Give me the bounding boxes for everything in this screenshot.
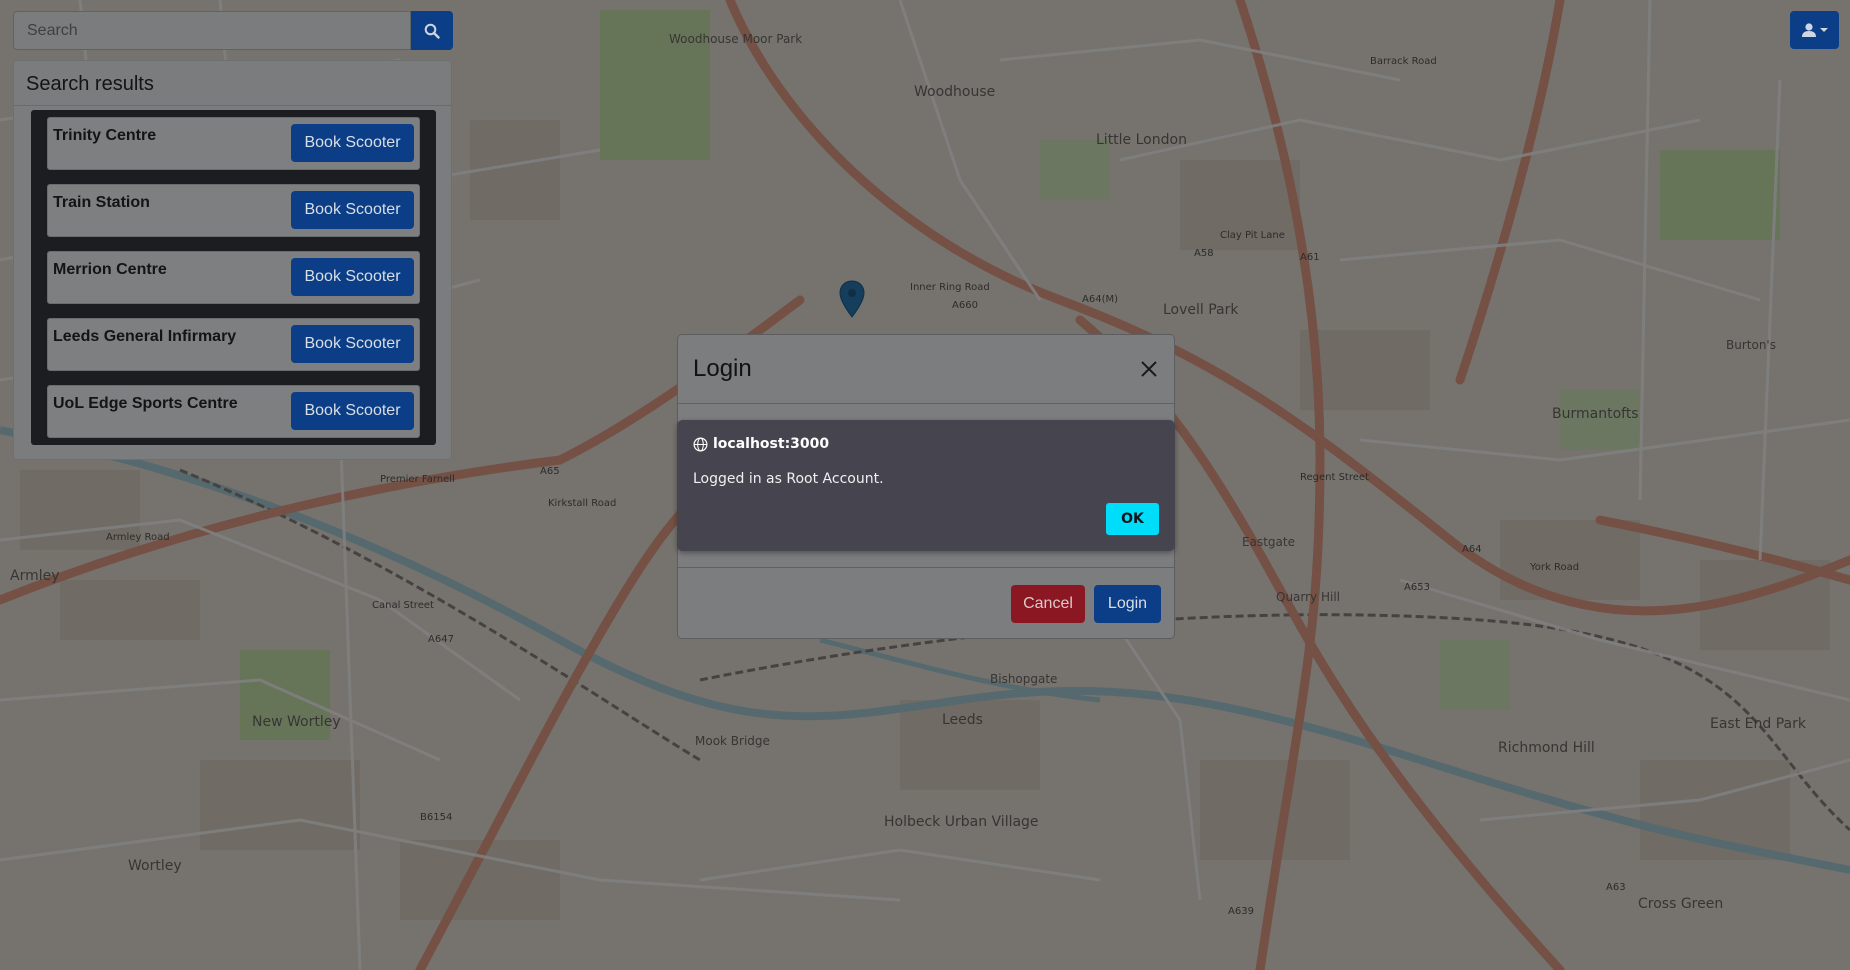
book-scooter-button[interactable]: Book Scooter — [291, 124, 414, 162]
search-icon — [424, 23, 440, 39]
location-name: Trinity Centre — [53, 127, 157, 144]
list-item: Leeds General Infirmary Book Scooter — [47, 318, 420, 371]
search-results-list: Trinity Centre Book Scooter Train Statio… — [31, 110, 436, 445]
book-scooter-button[interactable]: Book Scooter — [291, 325, 414, 363]
list-item: Train Station Book Scooter — [47, 184, 420, 237]
modal-title: Login — [693, 355, 752, 382]
login-button[interactable]: Login — [1094, 585, 1161, 623]
divider — [14, 105, 451, 106]
ok-button[interactable]: OK — [1106, 503, 1159, 535]
divider — [678, 567, 1174, 568]
alert-origin: localhost:3000 — [693, 436, 829, 452]
search-bar — [13, 11, 453, 50]
list-item: Merrion Centre Book Scooter — [47, 251, 420, 304]
location-name: UoL Edge Sports Centre — [53, 395, 238, 412]
close-button[interactable] — [1138, 358, 1160, 380]
book-scooter-button[interactable]: Book Scooter — [291, 191, 414, 229]
divider — [678, 403, 1174, 404]
location-name: Merrion Centre — [53, 261, 167, 278]
book-scooter-button[interactable]: Book Scooter — [291, 392, 414, 430]
alert-message: Logged in as Root Account. — [693, 471, 884, 487]
alert-origin-text: localhost:3000 — [713, 436, 830, 452]
location-name: Leeds General Infirmary — [53, 328, 237, 345]
user-icon — [1802, 23, 1816, 37]
search-button[interactable] — [411, 11, 453, 50]
browser-alert-dialog: localhost:3000 Logged in as Root Account… — [677, 420, 1175, 551]
list-item: UoL Edge Sports Centre Book Scooter — [47, 385, 420, 438]
cancel-button[interactable]: Cancel — [1011, 585, 1085, 623]
user-menu-button[interactable] — [1790, 11, 1839, 49]
globe-icon — [693, 437, 708, 451]
book-scooter-button[interactable]: Book Scooter — [291, 258, 414, 296]
search-results-panel: Search results Trinity Centre Book Scoot… — [13, 60, 452, 460]
location-name: Train Station — [53, 194, 150, 211]
caret-down-icon — [1820, 28, 1828, 32]
search-input[interactable] — [13, 11, 411, 50]
search-results-title: Search results — [26, 73, 154, 95]
list-item: Trinity Centre Book Scooter — [47, 117, 420, 170]
close-icon — [1141, 361, 1157, 377]
